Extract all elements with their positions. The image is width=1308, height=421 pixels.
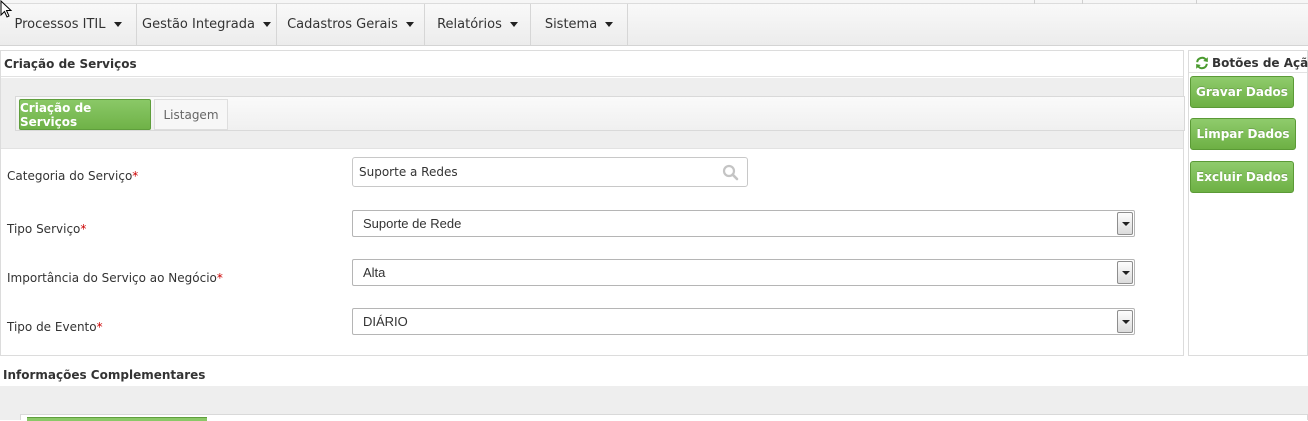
search-icon[interactable] <box>722 164 739 181</box>
categoria-servico-field[interactable]: Suporte a Redes <box>352 157 748 187</box>
caret-down-icon <box>605 22 614 27</box>
tipo-servico-value: Suporte de Rede <box>363 216 462 231</box>
excluir-dados-button[interactable]: Excluir Dados <box>1190 161 1294 193</box>
required-marker: * <box>216 271 223 285</box>
chevron-down-icon[interactable] <box>1117 261 1133 284</box>
tipo-servico-label: Tipo Serviço* <box>7 222 86 236</box>
action-panel-header: Botões de Ação <box>1189 51 1308 73</box>
gravar-dados-button[interactable]: Gravar Dados <box>1190 76 1294 108</box>
nav-item-gestao-integrada[interactable]: Gestão Integrada <box>137 4 277 45</box>
required-marker: * <box>96 320 103 334</box>
nav-item-label: Sistema <box>544 17 598 32</box>
field-label-text: Importância do Serviço ao Negócio <box>7 271 217 285</box>
complementary-active-tab[interactable] <box>27 417 207 421</box>
refresh-icon <box>1196 56 1208 70</box>
limpar-dados-button[interactable]: Limpar Dados <box>1190 118 1296 150</box>
nav-item-label: Processos ITIL <box>14 17 106 32</box>
chevron-down-icon[interactable] <box>1117 212 1133 235</box>
nav-item-label: Relatórios <box>437 17 502 32</box>
nav-item-cadastros-gerais[interactable]: Cadastros Gerais <box>277 4 425 45</box>
field-label-text: Categoria do Serviço <box>7 169 133 183</box>
required-marker: * <box>132 169 139 183</box>
caret-down-icon <box>113 22 122 27</box>
required-marker: * <box>80 222 87 236</box>
service-form: Categoria do Serviço* Suporte a Redes Ti… <box>1 148 1183 355</box>
tab-criacao-de-servicos[interactable]: Criação de Serviços <box>19 99 151 130</box>
categoria-label: Categoria do Serviço* <box>7 169 138 183</box>
tipo-servico-select[interactable]: Suporte de Rede <box>352 210 1135 237</box>
nav-item-processos-itil[interactable]: Processos ITIL <box>0 4 137 45</box>
caret-down-icon <box>509 22 518 27</box>
chevron-down-icon[interactable] <box>1117 310 1133 333</box>
caret-down-icon <box>262 22 271 27</box>
action-buttons-panel: Botões de Ação Gravar Dados Limpar Dados… <box>1188 50 1308 356</box>
nav-item-label: Gestão Integrada <box>142 17 255 32</box>
panel-title: Criação de Serviços <box>4 57 137 71</box>
field-label-text: Tipo Serviço <box>7 222 81 236</box>
importancia-select[interactable]: Alta <box>352 259 1135 286</box>
service-creation-panel: Criação de Serviços Criação de Serviços … <box>0 50 1185 356</box>
nav-item-label: Cadastros Gerais <box>287 17 398 32</box>
complementary-info-panel <box>0 386 1308 421</box>
field-label-text: Tipo de Evento <box>7 320 97 334</box>
categoria-value: Suporte a Redes <box>359 165 458 179</box>
importancia-label: Importância do Serviço ao Negócio* <box>7 271 223 285</box>
action-panel-title: Botões de Ação <box>1212 56 1308 70</box>
top-navbar: Processos ITIL Gestão Integrada Cadastro… <box>0 0 1308 46</box>
tipo-evento-select[interactable]: DIÁRIO <box>352 308 1135 335</box>
nav-item-relatorios[interactable]: Relatórios <box>425 4 531 45</box>
nav-item-sistema[interactable]: Sistema <box>531 4 628 45</box>
tab-listagem[interactable]: Listagem <box>154 99 228 130</box>
caret-down-icon <box>405 22 414 27</box>
importancia-value: Alta <box>363 265 386 280</box>
tab-strip: Criação de Serviços Listagem <box>15 96 1185 131</box>
tipo-evento-label: Tipo de Evento* <box>7 320 103 334</box>
complementary-tab-strip <box>20 414 1308 421</box>
tipo-evento-value: DIÁRIO <box>363 314 408 329</box>
panel-header: Criação de Serviços <box>1 51 1183 77</box>
mouse-pointer-icon <box>0 0 13 18</box>
complementary-info-title: Informações Complementares <box>3 368 206 382</box>
